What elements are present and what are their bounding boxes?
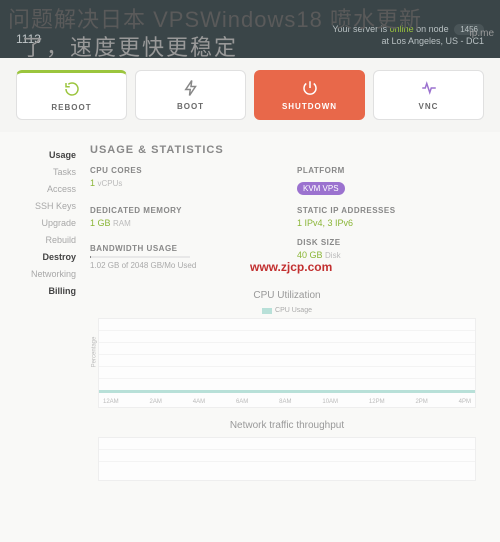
xtick: 6AM bbox=[236, 399, 248, 405]
xtick: 12PM bbox=[369, 399, 385, 405]
boot-label: BOOT bbox=[177, 102, 204, 111]
reboot-icon bbox=[63, 80, 81, 100]
stat-cpu-label: CPU CORES bbox=[90, 166, 277, 175]
reboot-button[interactable]: REBOOT bbox=[16, 70, 127, 120]
stat-bandwidth: BANDWIDTH USAGE 1.02 GB of 2048 GB/Mo Us… bbox=[90, 244, 277, 270]
xtick: 4AM bbox=[193, 399, 205, 405]
action-bar: REBOOT BOOT SHUTDOWN VNC bbox=[0, 58, 500, 132]
watermark-topright: ip.me bbox=[470, 28, 494, 39]
stat-bw-text: 1.02 GB of 2048 GB/Mo Used bbox=[90, 261, 277, 270]
stat-disk-label: DISK SIZE bbox=[297, 238, 484, 247]
sidebar-item-usage[interactable]: Usage bbox=[49, 150, 76, 160]
stats-grid: CPU CORES 1 vCPUs PLATFORM KVM VPS DEDIC… bbox=[90, 166, 484, 270]
sidebar-item-destroy[interactable]: Destroy bbox=[42, 252, 76, 262]
xtick: 8AM bbox=[279, 399, 291, 405]
stat-mem-label: DEDICATED MEMORY bbox=[90, 206, 277, 215]
sidebar-item-access[interactable]: Access bbox=[47, 184, 76, 194]
net-chart-title: Network traffic throughput bbox=[90, 420, 484, 431]
stat-disk-sub: Disk bbox=[325, 251, 341, 260]
stat-platform-label: PLATFORM bbox=[297, 166, 484, 175]
chart-grid bbox=[99, 319, 475, 393]
stat-memory: DEDICATED MEMORY 1 GB RAM bbox=[90, 206, 277, 228]
cpu-series bbox=[99, 390, 475, 393]
sidebar-item-upgrade[interactable]: Upgrade bbox=[41, 218, 76, 228]
sidebar-item-networking[interactable]: Networking bbox=[31, 269, 76, 279]
cpu-yaxis-label: Percentage bbox=[91, 337, 97, 368]
legend-label: CPU Usage bbox=[275, 307, 312, 314]
sidebar-item-tasks[interactable]: Tasks bbox=[53, 167, 76, 177]
xtick: 2PM bbox=[415, 399, 427, 405]
stat-disk-value: 40 GB bbox=[297, 250, 323, 260]
xtick: 4PM bbox=[459, 399, 471, 405]
stat-ip: STATIC IP ADDRESSES 1 IPv4, 3 IPv6 bbox=[297, 206, 484, 228]
sidebar-item-sshkeys[interactable]: SSH Keys bbox=[35, 201, 76, 211]
xtick: 2AM bbox=[150, 399, 162, 405]
bolt-icon bbox=[182, 79, 200, 99]
stat-cpu: CPU CORES 1 vCPUs bbox=[90, 166, 277, 196]
content-area: USAGE & STATISTICS CPU CORES 1 vCPUs PLA… bbox=[90, 144, 484, 481]
stat-mem-value: 1 GB bbox=[90, 218, 111, 228]
shutdown-button[interactable]: SHUTDOWN bbox=[254, 70, 365, 120]
chart-grid bbox=[99, 438, 475, 466]
sidebar: Usage Tasks Access SSH Keys Upgrade Rebu… bbox=[16, 144, 76, 481]
power-icon bbox=[301, 79, 319, 99]
cpu-chart-box: Percentage 12AM 2AM 4AM 6AM 8AM 10AM 12P… bbox=[98, 318, 476, 408]
stat-bw-label: BANDWIDTH USAGE bbox=[90, 244, 277, 253]
overlay-subtitle: 了，速度更快更稳定 bbox=[22, 30, 238, 62]
stat-cpu-value: 1 bbox=[90, 178, 95, 188]
vnc-label: VNC bbox=[419, 102, 439, 111]
stat-ip-label: STATIC IP ADDRESSES bbox=[297, 206, 484, 215]
stat-platform: PLATFORM KVM VPS bbox=[297, 166, 484, 196]
section-title: USAGE & STATISTICS bbox=[90, 144, 484, 156]
shutdown-label: SHUTDOWN bbox=[282, 102, 337, 111]
platform-pill: KVM VPS bbox=[297, 182, 345, 195]
stat-ip-value: 1 IPv4, 3 IPv6 bbox=[297, 218, 484, 228]
network-chart: Network traffic throughput bbox=[90, 420, 484, 481]
stat-mem-sub: RAM bbox=[113, 219, 131, 228]
legend-swatch bbox=[262, 308, 272, 314]
net-chart-box bbox=[98, 437, 476, 481]
stat-cpu-sub: vCPUs bbox=[98, 179, 123, 188]
bandwidth-bar bbox=[90, 256, 190, 258]
heartbeat-icon bbox=[420, 79, 438, 99]
vnc-button[interactable]: VNC bbox=[373, 70, 484, 120]
reboot-label: REBOOT bbox=[51, 103, 91, 112]
cpu-xaxis: 12AM 2AM 4AM 6AM 8AM 10AM 12PM 2PM 4PM bbox=[99, 397, 475, 407]
sidebar-item-rebuild[interactable]: Rebuild bbox=[45, 235, 76, 245]
xtick: 10AM bbox=[322, 399, 338, 405]
boot-button[interactable]: BOOT bbox=[135, 70, 246, 120]
cpu-chart: CPU Utilization CPU Usage Percentage 12A… bbox=[90, 290, 484, 408]
xtick: 12AM bbox=[103, 399, 119, 405]
watermark-center: www.zjcp.com bbox=[250, 260, 332, 274]
cpu-chart-title: CPU Utilization bbox=[90, 290, 484, 301]
sidebar-item-billing[interactable]: Billing bbox=[49, 286, 77, 296]
